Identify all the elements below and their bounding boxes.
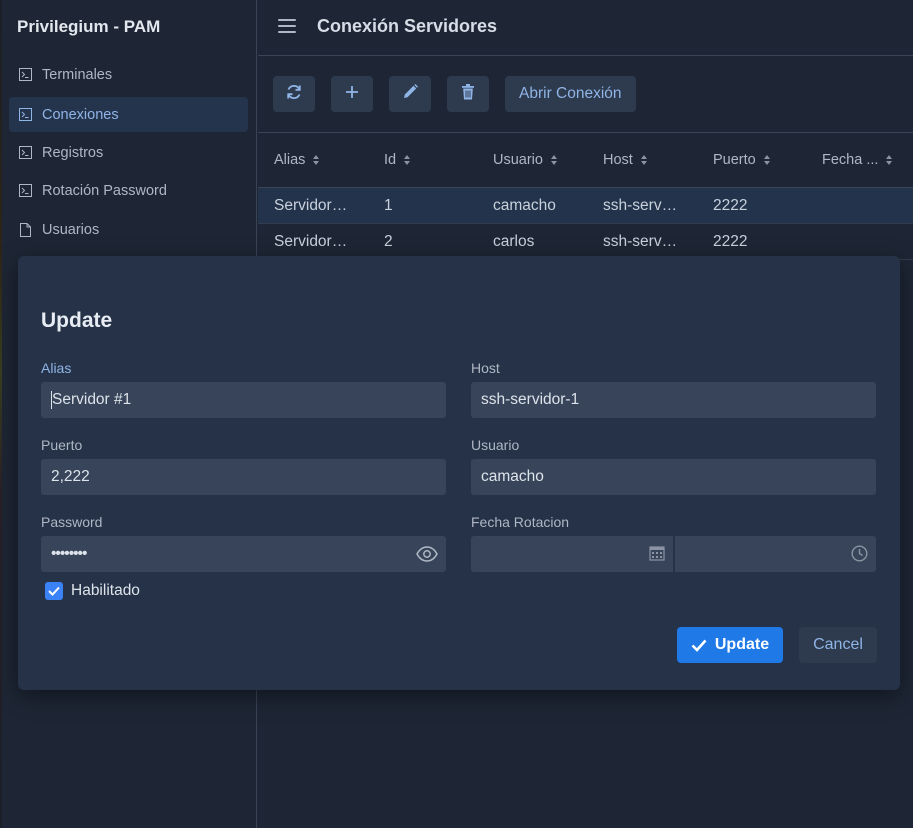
delete-button[interactable] [447,76,489,112]
toolbar: Abrir Conexión [273,76,652,112]
usuario-input[interactable]: camacho [471,459,876,495]
puerto-value: 2,222 [51,468,90,485]
sidebar-item-conexiones[interactable]: Conexiones [9,97,248,132]
sidebar-item-rotacion-password[interactable]: Rotación Password [9,173,248,208]
refresh-button[interactable] [273,76,315,112]
edit-button[interactable] [389,76,431,112]
sort-icon [404,155,411,165]
fecha-rotacion-label: Fecha Rotacion [471,514,570,530]
fecha-rotacion-field: Fecha Rotacion [471,514,876,572]
sidebar-edge [0,0,2,828]
sidebar-item-label: Terminales [42,66,113,83]
cell-alias: Servidor… [274,232,348,250]
checkmark-icon[interactable] [45,582,63,600]
trash-icon [461,83,475,105]
sidebar-item-label: Registros [42,144,104,161]
refresh-icon [285,83,303,106]
terminal-icon [18,108,32,122]
open-connection-button[interactable]: Abrir Conexión [505,76,636,112]
table-row[interactable]: Servidor… 2 carlos ssh-serv… 2222 [258,224,913,260]
column-header-fecha[interactable]: Fecha ... [822,152,912,168]
cell-host: ssh-serv… [603,196,678,214]
brand-title: Privilegium - PAM [17,17,161,36]
cell-usuario: camacho [493,196,556,214]
sidebar-item-label: Conexiones [42,106,119,123]
host-field: Host ssh-servidor-1 [471,360,876,418]
cell-usuario: carlos [493,232,535,250]
puerto-input[interactable]: 2,222 [41,459,446,495]
terminal-icon [18,184,32,198]
menu-icon[interactable] [278,19,296,35]
update-dialog: Update Alias Servidor #1 Host ssh-servid… [18,256,900,690]
sort-icon [313,155,320,165]
dialog-title: Update [41,309,113,332]
column-header-alias[interactable]: Alias [274,152,358,168]
puerto-field: Puerto 2,222 [41,437,446,495]
password-input[interactable]: •••••••• [41,536,446,572]
update-button[interactable]: Update [677,627,783,663]
topbar: Conexión Servidores [258,0,913,56]
puerto-label: Puerto [41,437,83,453]
sidebar-item-label: Rotación Password [42,182,167,199]
alias-label: Alias [41,360,72,376]
host-value: ssh-servidor-1 [481,391,580,408]
usuario-value: camacho [481,468,544,485]
fecha-time-input[interactable] [675,536,876,572]
host-label: Host [471,360,500,376]
sidebar-item-registros[interactable]: Registros [9,135,248,170]
alias-field: Alias Servidor #1 [41,360,446,418]
clock-icon[interactable] [851,545,868,567]
cell-alias: Servidor… [274,196,348,214]
table-row[interactable]: Servidor… 1 camacho ssh-serv… 2222 [258,188,913,224]
host-input[interactable]: ssh-servidor-1 [471,382,876,418]
alias-value: Servidor #1 [52,391,132,408]
sort-icon [640,155,647,165]
column-header-puerto[interactable]: Puerto [713,152,793,168]
cancel-button[interactable]: Cancel [799,627,877,663]
column-header-usuario[interactable]: Usuario [493,152,573,168]
terminal-icon [18,68,32,82]
usuario-field: Usuario camacho [471,437,876,495]
sort-icon [763,155,770,165]
alias-input[interactable]: Servidor #1 [41,382,446,418]
password-label: Password [41,514,103,530]
column-header-id[interactable]: Id [384,152,444,168]
habilitado-label: Habilitado [71,582,140,599]
terminal-icon [18,146,32,160]
file-icon [18,222,32,237]
page-title: Conexión Servidores [317,16,498,36]
table-header: Alias Id Usuario Host Puerto Fecha ... [258,132,913,188]
habilitado-checkbox[interactable]: Habilitado [45,582,140,600]
password-value: •••••••• [51,545,87,562]
check-icon [691,639,707,652]
sort-icon [886,155,893,165]
cell-id: 2 [384,232,393,250]
calendar-icon[interactable] [649,545,665,566]
cell-puerto: 2222 [713,196,748,214]
sidebar-item-terminales[interactable]: Terminales [9,57,248,92]
add-button[interactable] [331,76,373,112]
cell-host: ssh-serv… [603,232,678,250]
sidebar-item-usuarios[interactable]: Usuarios [9,212,248,247]
update-label: Update [714,636,770,653]
password-field: Password •••••••• [41,514,446,572]
sort-icon [550,155,557,165]
usuario-label: Usuario [471,437,520,453]
sidebar-item-label: Usuarios [42,221,100,238]
column-header-host[interactable]: Host [603,152,683,168]
fecha-date-input[interactable] [471,536,673,572]
connections-table: Alias Id Usuario Host Puerto Fecha ... S… [258,132,913,260]
eye-icon[interactable] [416,545,438,568]
cell-puerto: 2222 [713,232,748,250]
pencil-icon [402,83,419,105]
plus-icon [345,85,359,104]
cell-id: 1 [384,196,393,214]
